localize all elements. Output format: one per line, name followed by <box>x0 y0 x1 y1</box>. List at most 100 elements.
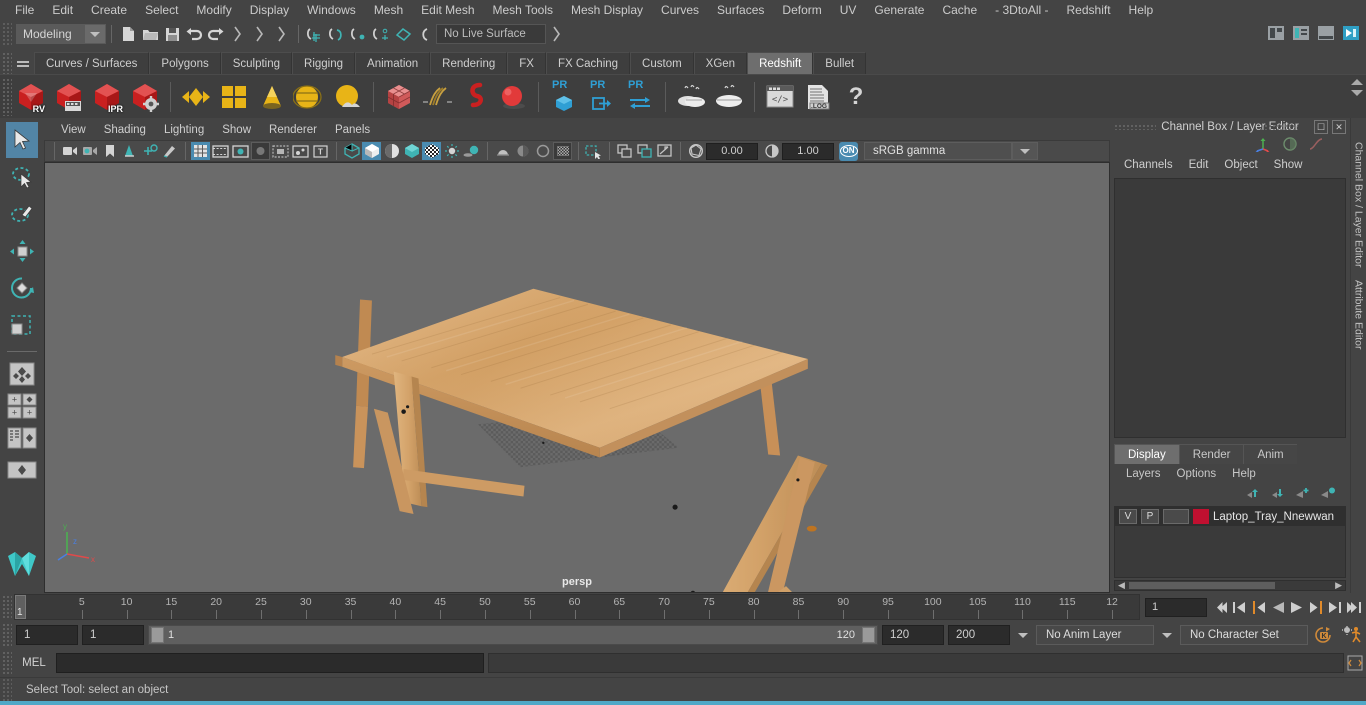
snap-to-projected-center-icon[interactable] <box>370 23 392 45</box>
layer-menu-layers[interactable]: Layers <box>1118 468 1169 480</box>
show-hide-tool-settings-icon[interactable] <box>1315 22 1337 44</box>
menu-help[interactable]: Help <box>1120 0 1163 20</box>
camera-attributes-icon[interactable] <box>80 142 99 160</box>
menu-uv[interactable]: UV <box>831 0 866 20</box>
time-slider-grip[interactable] <box>2 595 12 619</box>
show-hide-modeling-toolkit-icon[interactable] <box>1265 22 1287 44</box>
layer-row[interactable]: V P Laptop_Tray_Nnewwan <box>1115 507 1345 526</box>
xray-joints-icon[interactable] <box>615 142 634 160</box>
viewport-menu-panels[interactable]: Panels <box>326 120 379 140</box>
color-management-chevron-down-icon[interactable] <box>1012 142 1038 160</box>
persp-outliner-layout-button[interactable] <box>5 423 39 453</box>
last-tool-used-button[interactable] <box>5 359 39 389</box>
perspective-viewport[interactable]: y x z persp <box>44 162 1110 593</box>
redo-icon[interactable] <box>205 23 227 45</box>
select-by-component-icon[interactable] <box>271 23 293 45</box>
persp-graph-editor-layout-button[interactable] <box>5 455 39 485</box>
viewport-menu-view[interactable]: View <box>52 120 95 140</box>
textured-icon[interactable] <box>422 142 441 160</box>
smooth-shade-all-icon[interactable] <box>362 142 381 160</box>
layer-tab-display[interactable]: Display <box>1114 444 1179 464</box>
status-line-grip[interactable] <box>2 22 12 46</box>
shelf-tab-curves-surfaces[interactable]: Curves / Surfaces <box>34 52 150 74</box>
layer-reference-toggle[interactable] <box>1163 509 1189 524</box>
panel-grip-left[interactable] <box>1114 124 1156 130</box>
layer-menu-help[interactable]: Help <box>1224 468 1264 480</box>
menu-deform[interactable]: Deform <box>773 0 830 20</box>
shelf-tab-custom[interactable]: Custom <box>630 52 694 74</box>
redshift-sphere-light-button[interactable] <box>494 78 532 116</box>
resolution-gate-icon[interactable] <box>231 142 250 160</box>
select-camera-icon[interactable] <box>60 142 79 160</box>
playback-end-time-field[interactable]: 120 <box>882 625 944 645</box>
layer-color-swatch[interactable] <box>1193 509 1209 524</box>
viewport-menu-renderer[interactable]: Renderer <box>260 120 326 140</box>
redshift-pr-transfer-button[interactable]: PR <box>621 78 659 116</box>
menu-create[interactable]: Create <box>82 0 136 20</box>
step-forward-keyframe-icon[interactable] <box>1326 597 1343 617</box>
xray-active-components-icon[interactable] <box>635 142 654 160</box>
motion-blur-icon[interactable] <box>513 142 532 160</box>
snap-to-view-plane-icon[interactable] <box>392 23 414 45</box>
redshift-pr-export-button[interactable]: PR <box>583 78 621 116</box>
current-time-indicator[interactable]: 1 <box>15 595 26 619</box>
range-slider-grip[interactable] <box>2 623 12 647</box>
redshift-light-cone-button[interactable] <box>253 78 291 116</box>
range-start-handle[interactable] <box>151 627 164 643</box>
screen-space-ao-icon[interactable] <box>493 142 512 160</box>
image-plane-icon[interactable] <box>120 142 139 160</box>
menu-edit-mesh[interactable]: Edit Mesh <box>412 0 483 20</box>
step-back-frame-icon[interactable] <box>1250 597 1267 617</box>
viewport-menu-shading[interactable]: Shading <box>95 120 155 140</box>
move-tool-button[interactable] <box>6 233 38 269</box>
play-backwards-icon[interactable] <box>1269 597 1286 617</box>
live-surface-field[interactable]: No Live Surface <box>436 24 546 44</box>
shelf-scroll-down-icon[interactable] <box>1351 90 1363 96</box>
select-tool-button[interactable] <box>6 122 38 158</box>
channel-curve-icon[interactable] <box>1308 136 1324 155</box>
close-panel-icon[interactable]: ✕ <box>1332 120 1346 134</box>
grid-icon[interactable] <box>191 142 210 160</box>
command-output[interactable] <box>488 653 1344 673</box>
safe-action-icon[interactable] <box>291 142 310 160</box>
dock-tab-channel-box[interactable]: Channel Box / Layer Editor <box>1353 136 1365 274</box>
current-frame-field[interactable]: 1 <box>1145 597 1207 617</box>
select-by-hierarchy-icon[interactable] <box>227 23 249 45</box>
menu-redshift[interactable]: Redshift <box>1058 0 1120 20</box>
film-gate-icon[interactable] <box>211 142 230 160</box>
step-back-keyframe-icon[interactable] <box>1231 597 1248 617</box>
command-line-grip[interactable] <box>2 651 12 675</box>
channel-box-menu-show[interactable]: Show <box>1266 159 1311 171</box>
anim-layer-chevron-down-icon[interactable] <box>1014 625 1032 645</box>
redshift-material-button[interactable] <box>177 78 215 116</box>
menu-mesh-display[interactable]: Mesh Display <box>562 0 652 20</box>
shelf-tab-rigging[interactable]: Rigging <box>292 52 356 74</box>
script-editor-icon[interactable] <box>1344 653 1366 673</box>
dock-tab-attribute-editor[interactable]: Attribute Editor <box>1353 274 1365 355</box>
gate-mask-icon[interactable] <box>251 142 270 160</box>
four-view-layout-button[interactable]: + + + <box>5 391 39 421</box>
animation-start-time-field[interactable]: 1 <box>16 625 78 645</box>
create-layer-from-selected-icon[interactable] <box>1320 487 1336 502</box>
create-new-layer-icon[interactable] <box>1295 487 1311 502</box>
use-all-lights-icon[interactable] <box>442 142 461 160</box>
redshift-render-view-button[interactable]: RV <box>12 78 50 116</box>
xray-icon[interactable] <box>584 142 603 160</box>
move-layer-up-icon[interactable] <box>1245 487 1261 502</box>
menu-mesh-tools[interactable]: Mesh Tools <box>484 0 562 20</box>
open-scene-icon[interactable] <box>139 23 161 45</box>
select-by-object-icon[interactable] <box>249 23 271 45</box>
go-to-end-icon[interactable] <box>1345 597 1362 617</box>
redshift-bake-render-button[interactable] <box>710 78 748 116</box>
film-origin-icon[interactable] <box>271 142 290 160</box>
redshift-volume-button[interactable] <box>456 78 494 116</box>
redshift-pr-object-button[interactable]: PR <box>545 78 583 116</box>
animation-preferences-icon[interactable] <box>1340 625 1366 645</box>
shelf-tab-bullet[interactable]: Bullet <box>813 52 867 74</box>
multisample-aa-icon[interactable] <box>533 142 552 160</box>
scroll-left-icon[interactable]: ◀ <box>1118 580 1125 591</box>
range-end-handle[interactable] <box>862 627 875 643</box>
redshift-bake-set-button[interactable] <box>672 78 710 116</box>
snap-to-point-icon[interactable] <box>348 23 370 45</box>
layer-visibility-toggle[interactable]: V <box>1119 509 1137 524</box>
